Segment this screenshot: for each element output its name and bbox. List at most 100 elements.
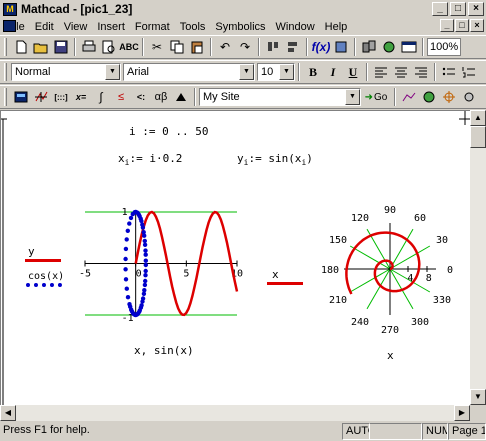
go-button[interactable]: ➜ Go <box>361 87 391 107</box>
scroll-right-arrow-icon[interactable]: ▶ <box>454 405 470 421</box>
resource-center-icon[interactable] <box>399 37 419 57</box>
range-definition[interactable]: i := 0 .. 50 <box>129 125 208 138</box>
print-preview-icon[interactable] <box>99 37 119 57</box>
document-icon[interactable] <box>3 20 16 32</box>
font-combo[interactable]: Arial ▼ <box>123 63 255 81</box>
programming-palette-icon[interactable]: <: <box>131 87 151 107</box>
worksheet-canvas: -5 0 5 101-1 90120 60150 30180 0210 330240 30027… <box>1 111 470 405</box>
polar-plot[interactable]: 90120 60150 30180 0210 330240 3002704 8 <box>321 205 453 336</box>
underline-button[interactable]: U <box>343 62 363 82</box>
undo-icon[interactable]: ↶ <box>215 37 235 57</box>
numbering-icon[interactable] <box>459 62 479 82</box>
series-cos-point <box>143 248 148 253</box>
spell-check-icon[interactable]: ABC <box>119 37 139 57</box>
chevron-down-icon[interactable]: ▼ <box>239 64 254 80</box>
size-combo[interactable]: 10 ▼ <box>257 63 295 81</box>
paste-icon[interactable] <box>187 37 207 57</box>
xy-plot[interactable]: -5 0 5 101-1 <box>79 207 243 324</box>
boolean-palette-icon[interactable]: ≤ <box>111 87 131 107</box>
series-cos-point <box>142 238 147 244</box>
calculus-palette-icon[interactable]: ∫ <box>91 87 111 107</box>
vertical-scroll-thumb[interactable] <box>470 126 486 148</box>
x-definition[interactable]: xi:= i·0.2 <box>118 152 182 167</box>
gear-icon[interactable] <box>459 87 479 107</box>
doc-minimize-button[interactable]: _ <box>440 19 454 32</box>
menu-format[interactable]: Format <box>130 21 175 33</box>
series-cos-point <box>143 278 148 284</box>
toolbar-grip[interactable] <box>4 38 7 56</box>
calculator-palette-icon[interactable] <box>11 87 31 107</box>
graph-palette-icon[interactable] <box>31 87 51 107</box>
chevron-down-icon[interactable]: ▼ <box>279 64 294 80</box>
align-left-icon[interactable] <box>283 37 303 57</box>
menu-tools[interactable]: Tools <box>175 21 211 33</box>
component-icon[interactable] <box>379 37 399 57</box>
formatting-toolbar: Normal ▼ Arial ▼ 10 ▼ B I U <box>0 60 486 84</box>
menu-symbolics[interactable]: Symbolics <box>210 21 270 33</box>
scroll-left-arrow-icon[interactable]: ◀ <box>0 405 16 421</box>
evaluation-palette-icon[interactable]: x= <box>71 87 91 107</box>
align-center-text-icon[interactable] <box>391 62 411 82</box>
size-value: 10 <box>261 66 274 78</box>
insert-unit-icon[interactable] <box>331 37 351 57</box>
series-cos-point <box>124 237 129 242</box>
y-var: y <box>237 152 244 165</box>
print-icon[interactable] <box>79 37 99 57</box>
series-cos-point <box>142 288 147 293</box>
menu-window[interactable]: Window <box>271 21 320 33</box>
polar-angle-label: 150 <box>329 235 347 246</box>
calculate-icon[interactable] <box>359 37 379 57</box>
save-icon[interactable] <box>51 37 71 57</box>
style-combo[interactable]: Normal ▼ <box>11 63 121 81</box>
x-tick-label: 5 <box>183 269 189 280</box>
copy-icon[interactable] <box>167 37 187 57</box>
mathcad-icon[interactable]: M <box>3 2 17 16</box>
align-right-text-icon[interactable] <box>411 62 431 82</box>
doc-close-button[interactable]: × <box>470 19 484 32</box>
close-button[interactable]: × <box>468 2 484 16</box>
polar-spoke <box>389 245 431 270</box>
bold-button[interactable]: B <box>303 62 323 82</box>
menu-edit[interactable]: Edit <box>30 21 59 33</box>
menu-view[interactable]: View <box>59 21 93 33</box>
network-icon[interactable] <box>439 87 459 107</box>
toolbar-grip[interactable] <box>4 88 7 106</box>
matrix-palette-icon[interactable]: [:::] <box>51 87 71 107</box>
new-document-icon[interactable] <box>11 37 31 57</box>
redo-icon[interactable]: ↷ <box>235 37 255 57</box>
chevron-down-icon[interactable]: ▼ <box>105 64 120 80</box>
menu-insert[interactable]: Insert <box>92 21 130 33</box>
vertical-scrollbar[interactable]: ▲ ▼ <box>470 110 486 405</box>
symbolic-palette-icon[interactable] <box>171 87 191 107</box>
bullets-icon[interactable] <box>439 62 459 82</box>
horizontal-scrollbar[interactable]: ◀ ▶ <box>0 405 470 421</box>
y-definition[interactable]: yi:= sin(xi) <box>237 152 313 167</box>
align-left-text-icon[interactable] <box>371 62 391 82</box>
italic-button[interactable]: I <box>323 62 343 82</box>
scroll-up-arrow-icon[interactable]: ▲ <box>470 110 486 126</box>
menu-help[interactable]: Help <box>320 21 353 33</box>
doc-restore-button[interactable]: □ <box>455 19 469 32</box>
minimize-button[interactable]: _ <box>432 2 448 16</box>
web-icon[interactable] <box>419 87 439 107</box>
scrollbar-corner <box>470 405 486 421</box>
legend-label-y: y <box>28 245 35 258</box>
greek-palette-icon[interactable]: αβ <box>151 87 171 107</box>
x-tick-label: -5 <box>79 269 91 280</box>
toolbar-grip[interactable] <box>4 63 7 81</box>
worksheet[interactable]: -5 0 5 10 1 -1 90 120 60 150 30 180 0 210 330 240 300 27… <box>0 110 470 405</box>
polar-angle-label: 90 <box>384 205 396 216</box>
zoom-combo[interactable]: 100% <box>427 38 461 56</box>
status-mode: AUTO <box>342 422 370 440</box>
collaboratory-icon[interactable] <box>399 87 419 107</box>
chevron-down-icon[interactable]: ▼ <box>345 89 360 105</box>
insert-function-icon[interactable]: f(x) <box>311 37 331 57</box>
scroll-down-arrow-icon[interactable]: ▼ <box>470 389 486 405</box>
cut-icon[interactable]: ✂ <box>147 37 167 57</box>
align-top-icon[interactable] <box>263 37 283 57</box>
legend-label-cos: cos(x) <box>28 271 65 282</box>
maximize-button[interactable]: □ <box>450 2 466 16</box>
series-cos-point <box>138 216 143 221</box>
open-folder-icon[interactable] <box>31 37 51 57</box>
site-combo[interactable]: My Site ▼ <box>199 88 361 106</box>
